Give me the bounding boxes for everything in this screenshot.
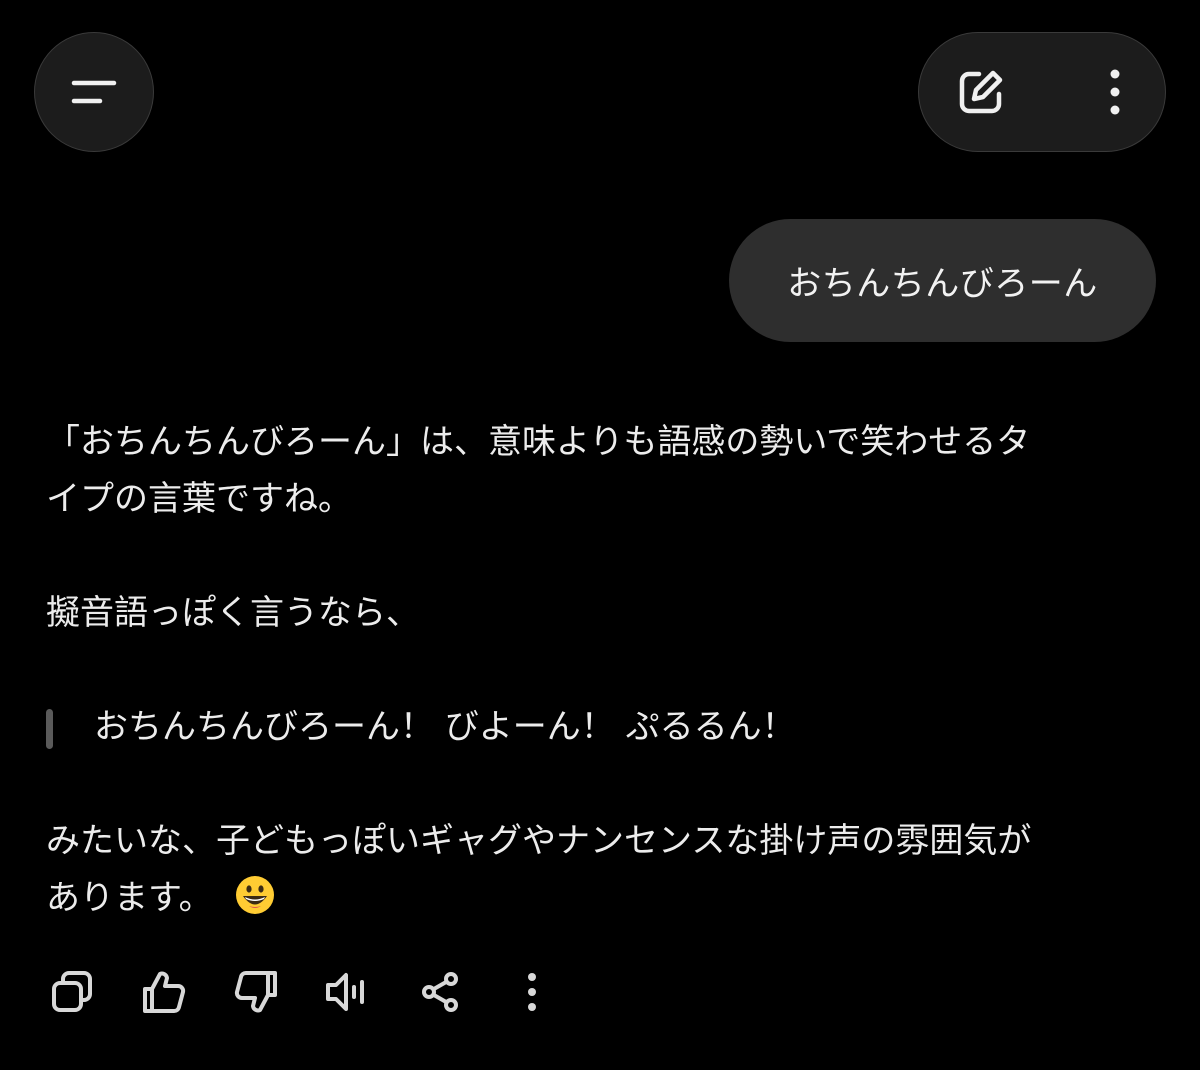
- reply-paragraph-3-line-2: あります。: [46, 878, 213, 918]
- new-chat-button[interactable]: [953, 64, 1009, 120]
- blockquote-text: おちんちんびろーん！ びよーん！ ぷるるん！: [94, 707, 796, 747]
- user-message-bubble: おちんちんびろーん: [729, 219, 1156, 342]
- thumbs-up-button[interactable]: [138, 966, 190, 1018]
- user-message-text: おちんちんびろーん: [787, 264, 1098, 304]
- thumbs-down-button[interactable]: [230, 966, 282, 1018]
- blockquote: おちんちんびろーん！ びよーん！ ぷるるん！: [46, 699, 1156, 756]
- reply-paragraph-1-line-1: 「おちんちんびろーん」は、意味よりも語感の勢いで笑わせるタ: [46, 422, 1031, 462]
- reply-paragraph-3: みたいな、子どもっぽいギャグやナンセンスな掛け声の雰囲気が あります。: [46, 813, 1156, 927]
- grinning-face-emoji: [235, 875, 275, 915]
- more-options-button[interactable]: [1107, 66, 1123, 118]
- share-button[interactable]: [414, 966, 466, 1018]
- more-vertical-icon: [1107, 66, 1123, 118]
- more-actions-button[interactable]: [506, 966, 558, 1018]
- thumbs-up-icon: [141, 969, 187, 1015]
- copy-icon: [49, 969, 95, 1015]
- menu-button[interactable]: [34, 32, 154, 152]
- reply-paragraph-1: 「おちんちんびろーん」は、意味よりも語感の勢いで笑わせるタ イプの言葉ですね。: [46, 414, 1156, 528]
- reply-paragraph-3-line-1: みたいな、子どもっぽいギャグやナンセンスな掛け声の雰囲気が: [46, 821, 1032, 861]
- reply-paragraph-1-line-2: イプの言葉ですね。: [46, 479, 352, 519]
- message-actions-toolbar: [46, 966, 598, 1018]
- reply-paragraph-2: 擬音語っぽく言うなら、: [46, 593, 420, 633]
- header-actions: [918, 32, 1166, 152]
- copy-button[interactable]: [46, 966, 98, 1018]
- blockquote-bar: [46, 709, 53, 749]
- speaker-icon: [323, 969, 373, 1015]
- edit-icon: [953, 64, 1009, 120]
- share-icon: [418, 970, 462, 1014]
- menu-icon: [68, 72, 120, 112]
- assistant-message: 「おちんちんびろーん」は、意味よりも語感の勢いで笑わせるタ イプの言葉ですね。 …: [46, 414, 1156, 927]
- thumbs-down-icon: [233, 969, 279, 1015]
- more-vertical-icon: [525, 970, 539, 1014]
- read-aloud-button[interactable]: [322, 966, 374, 1018]
